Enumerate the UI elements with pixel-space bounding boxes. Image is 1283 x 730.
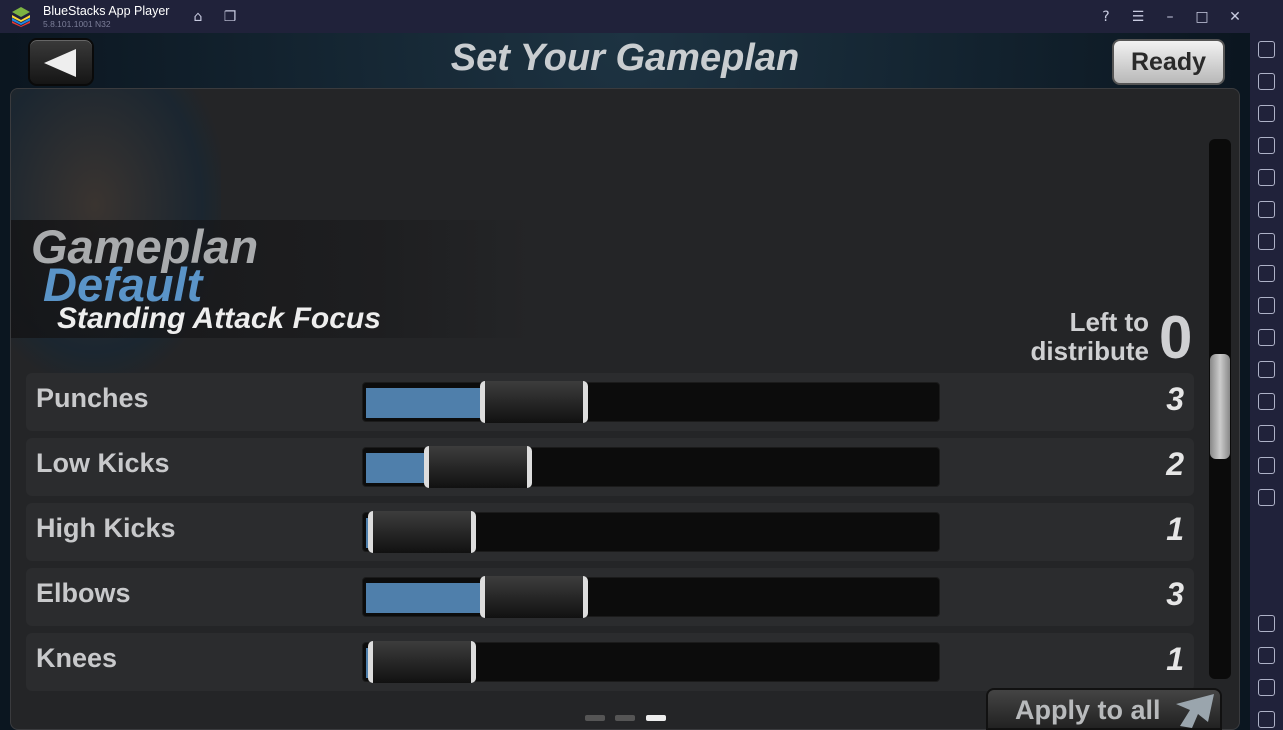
multi-instance-icon[interactable]: ❐ <box>221 8 239 26</box>
rotate-icon[interactable] <box>1258 393 1275 410</box>
slider-track[interactable] <box>362 641 940 683</box>
slider-thumb[interactable] <box>480 576 588 618</box>
keyboard-icon[interactable] <box>1258 137 1275 154</box>
left-to-distribute-label: Left to distribute <box>1031 308 1149 366</box>
slider-label: Punches <box>36 383 149 413</box>
page-indicator[interactable] <box>585 715 605 721</box>
slider-value: 3 <box>1166 576 1184 612</box>
settings-icon[interactable] <box>1258 615 1275 632</box>
label-line: Left to <box>1069 307 1149 337</box>
game-screen: Set Your Gameplan Ready Gameplan Default… <box>0 33 1250 730</box>
slider-thumb[interactable] <box>480 381 588 423</box>
home-icon[interactable] <box>1258 679 1275 696</box>
title-bar: BlueStacks App Player 5.8.101.1001 N32 ⌂… <box>0 0 1283 33</box>
slider-label: Low Kicks <box>36 448 170 478</box>
slider-label: High Kicks <box>36 513 176 543</box>
cursor-arrow-icon <box>1176 694 1214 728</box>
minimize-icon[interactable]: – <box>1161 8 1179 26</box>
slider-row: Punches 3 <box>26 373 1194 431</box>
fullscreen-icon[interactable] <box>1258 41 1275 58</box>
speed-icon[interactable] <box>1258 489 1275 506</box>
slider-thumb[interactable] <box>424 446 532 488</box>
gameplan-panel: Gameplan Default Standing Attack Focus L… <box>10 88 1240 730</box>
record-icon[interactable] <box>1258 169 1275 186</box>
apply-to-all-button[interactable]: Apply to all <box>986 688 1222 730</box>
ready-button[interactable]: Ready <box>1112 39 1225 85</box>
screenshot-icon[interactable] <box>1258 297 1275 314</box>
recent-apps-icon[interactable] <box>1258 711 1275 728</box>
slider-track[interactable] <box>362 576 940 618</box>
back-icon[interactable] <box>1258 647 1275 664</box>
maximize-icon[interactable]: □ <box>1193 8 1211 26</box>
gameplan-description: Standing Attack Focus <box>57 302 381 335</box>
slider-row: Elbows 3 <box>26 568 1194 626</box>
bluestacks-logo <box>12 7 30 27</box>
cursor-icon[interactable] <box>1258 105 1275 122</box>
home-icon[interactable]: ⌂ <box>189 8 207 26</box>
slider-track[interactable] <box>362 511 940 553</box>
apply-to-all-label: Apply to all <box>1015 695 1161 725</box>
sync-icon[interactable] <box>1258 201 1275 218</box>
close-icon[interactable]: ✕ <box>1226 8 1244 26</box>
right-toolbar <box>1250 33 1283 730</box>
volume-mute-icon[interactable] <box>1258 73 1275 90</box>
page-indicator[interactable] <box>615 715 635 721</box>
app-version: 5.8.101.1001 N32 <box>43 19 111 29</box>
macro-icon[interactable] <box>1258 233 1275 250</box>
folder-icon[interactable] <box>1258 329 1275 346</box>
page-title: Set Your Gameplan <box>450 37 800 79</box>
slider-thumb[interactable] <box>368 511 476 553</box>
slider-value: 1 <box>1166 511 1184 547</box>
slider-value: 2 <box>1166 446 1184 482</box>
slider-label: Knees <box>36 643 118 673</box>
slider-fill <box>366 583 487 613</box>
label-line: distribute <box>1030 336 1149 366</box>
resize-icon[interactable] <box>1258 361 1275 378</box>
slider-row: Low Kicks 2 <box>26 438 1194 496</box>
slider-thumb[interactable] <box>368 641 476 683</box>
location-icon[interactable] <box>1258 425 1275 442</box>
layers-icon[interactable] <box>1258 457 1275 474</box>
slider-value: 1 <box>1166 641 1184 677</box>
slider-value: 3 <box>1166 381 1184 417</box>
slider-fill <box>366 388 487 418</box>
slider-label: Elbows <box>36 578 131 608</box>
slider-track[interactable] <box>362 446 940 488</box>
menu-icon[interactable]: ☰ <box>1129 8 1147 26</box>
app-title: BlueStacks App Player <box>43 4 170 18</box>
left-to-distribute-value: 0 <box>1159 304 1193 371</box>
apk-icon[interactable] <box>1258 265 1275 282</box>
slider-row: High Kicks 1 <box>26 503 1194 561</box>
slider-track[interactable] <box>362 381 940 423</box>
help-icon[interactable]: ? <box>1097 8 1115 26</box>
slider-row: Knees 1 <box>26 633 1194 691</box>
scrollbar-thumb[interactable] <box>1210 354 1230 459</box>
page-indicator-active[interactable] <box>646 715 666 721</box>
slider-fill <box>366 453 431 483</box>
